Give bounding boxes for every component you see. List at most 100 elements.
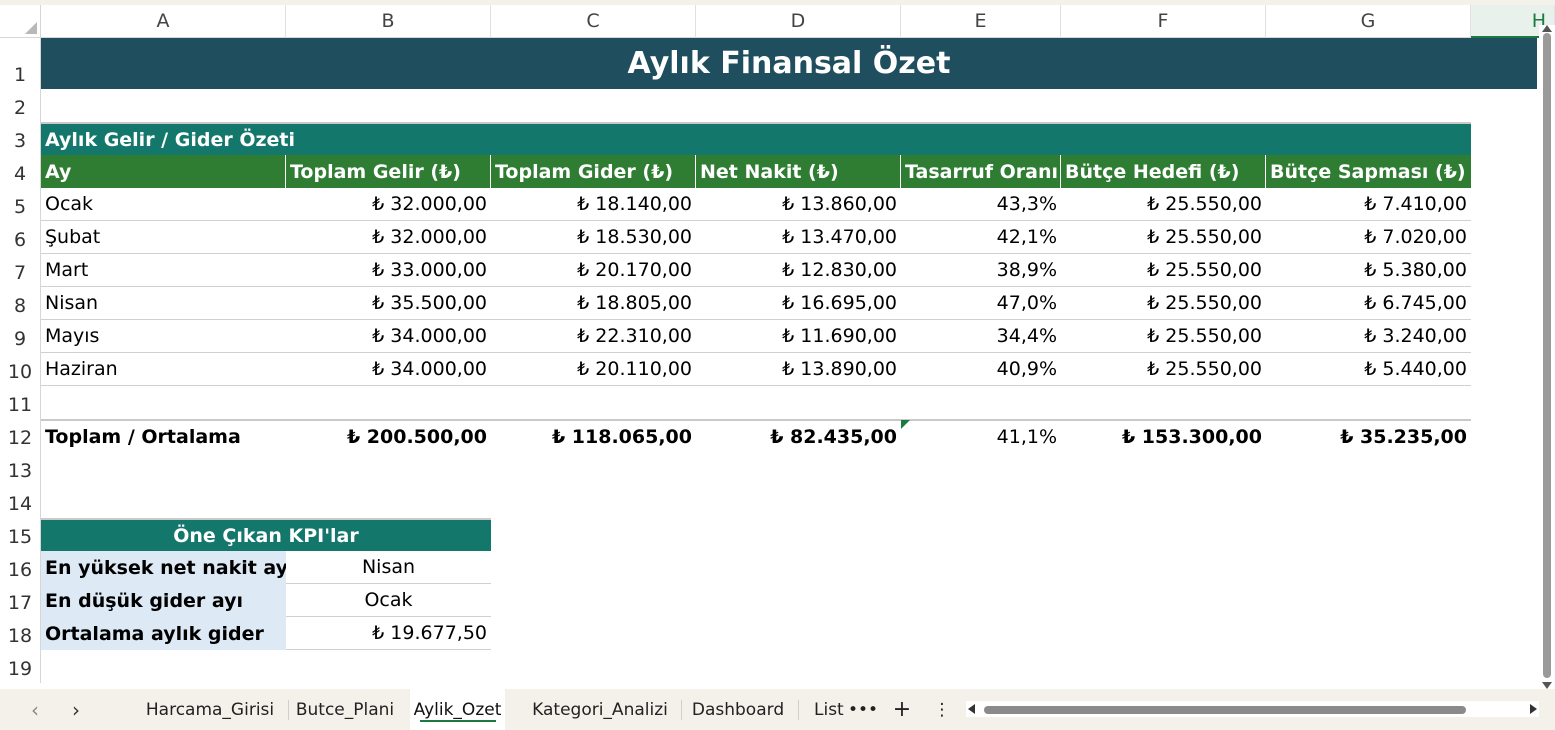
total-value-cell[interactable]: ₺ 200.500,00 — [286, 419, 491, 452]
row-header-8[interactable]: 8 — [0, 287, 41, 320]
total-value-cell[interactable]: 41,1% — [901, 419, 1061, 452]
sheet-tab-butce_plani[interactable]: Butce_Plani — [290, 689, 400, 730]
scroll-down-icon[interactable] — [1542, 682, 1552, 689]
scroll-right-icon[interactable] — [1530, 704, 1537, 714]
row-header-4[interactable]: 4 — [0, 155, 41, 188]
month-cell[interactable]: Haziran — [41, 353, 286, 386]
value-cell[interactable]: ₺ 33.000,00 — [286, 254, 491, 287]
sheet-tab-aylik_ozet[interactable]: Aylik_Ozet — [410, 689, 505, 730]
kpi-value[interactable]: Ocak — [286, 584, 491, 617]
header-cell[interactable]: Bütçe Sapması (₺) — [1266, 155, 1471, 188]
total-value-cell[interactable]: ₺ 35.235,00 — [1266, 419, 1471, 452]
add-sheet-icon[interactable]: + — [889, 689, 915, 730]
vertical-scrollbar[interactable] — [1539, 25, 1555, 689]
value-cell[interactable]: ₺ 25.550,00 — [1061, 188, 1266, 221]
more-sheets-icon[interactable]: ••• — [848, 689, 878, 730]
value-cell[interactable]: ₺ 35.500,00 — [286, 287, 491, 320]
scroll-left-icon[interactable] — [968, 704, 975, 714]
row-header-5[interactable]: 5 — [0, 188, 41, 221]
header-cell[interactable]: Bütçe Hedefi (₺) — [1061, 155, 1266, 188]
value-cell[interactable]: ₺ 34.000,00 — [286, 320, 491, 353]
value-cell[interactable]: ₺ 7.020,00 — [1266, 221, 1471, 254]
row-header-15[interactable]: 15 — [0, 518, 41, 551]
total-value-cell[interactable]: ₺ 82.435,00 — [696, 419, 901, 452]
column-header-c[interactable]: C — [491, 5, 696, 38]
month-cell[interactable]: Mayıs — [41, 320, 286, 353]
value-cell[interactable]: ₺ 25.550,00 — [1061, 353, 1266, 386]
value-cell[interactable]: ₺ 13.890,00 — [696, 353, 901, 386]
cell-error-indicator-icon[interactable] — [901, 420, 910, 429]
kpi-label[interactable]: En düşük gider ayı — [41, 584, 286, 617]
horizontal-scrollbar[interactable] — [966, 701, 1539, 717]
sheet-tab-kategori_analizi[interactable]: Kategori_Analizi — [525, 689, 675, 730]
scroll-up-icon[interactable] — [1542, 25, 1552, 32]
value-cell[interactable]: ₺ 3.240,00 — [1266, 320, 1471, 353]
section-title[interactable]: Aylık Gelir / Gider Özeti — [41, 122, 1471, 155]
row-header-2[interactable]: 2 — [0, 89, 41, 122]
column-header-e[interactable]: E — [901, 5, 1061, 38]
row-header-16[interactable]: 16 — [0, 551, 41, 584]
row-header-18[interactable]: 18 — [0, 617, 41, 650]
spreadsheet-grid[interactable]: ABCDEFGH 1 2 3 4 5 6 7 8 9 10 11 12 13 14 15 16 17 18 19 A… — [0, 5, 1555, 689]
vertical-scroll-thumb[interactable] — [1543, 33, 1551, 678]
total-label[interactable]: Toplam / Ortalama — [41, 419, 286, 452]
column-header-a[interactable]: A — [41, 5, 286, 38]
header-cell[interactable]: Toplam Gelir (₺) — [286, 155, 491, 188]
value-cell[interactable]: ₺ 25.550,00 — [1061, 254, 1266, 287]
value-cell[interactable]: ₺ 20.110,00 — [491, 353, 696, 386]
row-header-7[interactable]: 7 — [0, 254, 41, 287]
kpi-value[interactable]: ₺ 19.677,50 — [286, 617, 491, 650]
row-header-13[interactable]: 13 — [0, 452, 41, 485]
value-cell[interactable]: ₺ 11.690,00 — [696, 320, 901, 353]
kpi-label[interactable]: En yüksek net nakit ayı — [41, 551, 286, 584]
value-cell[interactable]: 38,9% — [901, 254, 1061, 287]
row-header-17[interactable]: 17 — [0, 584, 41, 617]
value-cell[interactable]: ₺ 18.805,00 — [491, 287, 696, 320]
kpi-title[interactable]: Öne Çıkan KPI'lar — [41, 518, 491, 551]
column-header-f[interactable]: F — [1061, 5, 1266, 38]
total-value-cell[interactable]: ₺ 153.300,00 — [1061, 419, 1266, 452]
sheet-tab-harcama_girisi[interactable]: Harcama_Girisi — [140, 689, 280, 730]
sheet-tab-dashboard[interactable]: Dashboard — [683, 689, 793, 730]
value-cell[interactable]: ₺ 6.745,00 — [1266, 287, 1471, 320]
row-header-3[interactable]: 3 — [0, 122, 41, 155]
column-header-g[interactable]: G — [1266, 5, 1471, 38]
kpi-label[interactable]: Ortalama aylık gider — [41, 617, 286, 650]
header-cell[interactable]: Ay — [41, 155, 286, 188]
sheet-options-icon[interactable]: ⋮ — [930, 689, 954, 730]
row-header-12[interactable]: 12 — [0, 419, 41, 452]
value-cell[interactable]: ₺ 5.440,00 — [1266, 353, 1471, 386]
value-cell[interactable]: ₺ 20.170,00 — [491, 254, 696, 287]
row-header-10[interactable]: 10 — [0, 353, 41, 386]
prev-sheet-icon[interactable]: ‹ — [20, 689, 50, 730]
value-cell[interactable]: 43,3% — [901, 188, 1061, 221]
select-all-corner[interactable] — [0, 5, 41, 38]
value-cell[interactable]: ₺ 7.410,00 — [1266, 188, 1471, 221]
kpi-value[interactable]: Nisan — [286, 551, 491, 584]
month-cell[interactable]: Şubat — [41, 221, 286, 254]
value-cell[interactable]: 40,9% — [901, 353, 1061, 386]
row-header-1[interactable]: 1 — [0, 38, 41, 89]
value-cell[interactable]: ₺ 34.000,00 — [286, 353, 491, 386]
value-cell[interactable]: ₺ 25.550,00 — [1061, 320, 1266, 353]
month-cell[interactable]: Ocak — [41, 188, 286, 221]
value-cell[interactable]: ₺ 12.830,00 — [696, 254, 901, 287]
value-cell[interactable]: ₺ 25.550,00 — [1061, 287, 1266, 320]
column-header-d[interactable]: D — [696, 5, 901, 38]
month-cell[interactable]: Mart — [41, 254, 286, 287]
horizontal-scroll-thumb[interactable] — [984, 706, 1466, 714]
value-cell[interactable]: ₺ 18.140,00 — [491, 188, 696, 221]
row-header-14[interactable]: 14 — [0, 485, 41, 518]
header-cell[interactable]: Net Nakit (₺) — [696, 155, 901, 188]
value-cell[interactable]: ₺ 13.470,00 — [696, 221, 901, 254]
row-header-11[interactable]: 11 — [0, 386, 41, 419]
value-cell[interactable]: ₺ 22.310,00 — [491, 320, 696, 353]
value-cell[interactable]: ₺ 32.000,00 — [286, 188, 491, 221]
value-cell[interactable]: ₺ 32.000,00 — [286, 221, 491, 254]
next-sheet-icon[interactable]: › — [61, 689, 91, 730]
sheet-tab-liste[interactable]: Liste — [800, 689, 844, 730]
row-header-9[interactable]: 9 — [0, 320, 41, 353]
month-cell[interactable]: Nisan — [41, 287, 286, 320]
header-cell[interactable]: Toplam Gider (₺) — [491, 155, 696, 188]
total-value-cell[interactable]: ₺ 118.065,00 — [491, 419, 696, 452]
